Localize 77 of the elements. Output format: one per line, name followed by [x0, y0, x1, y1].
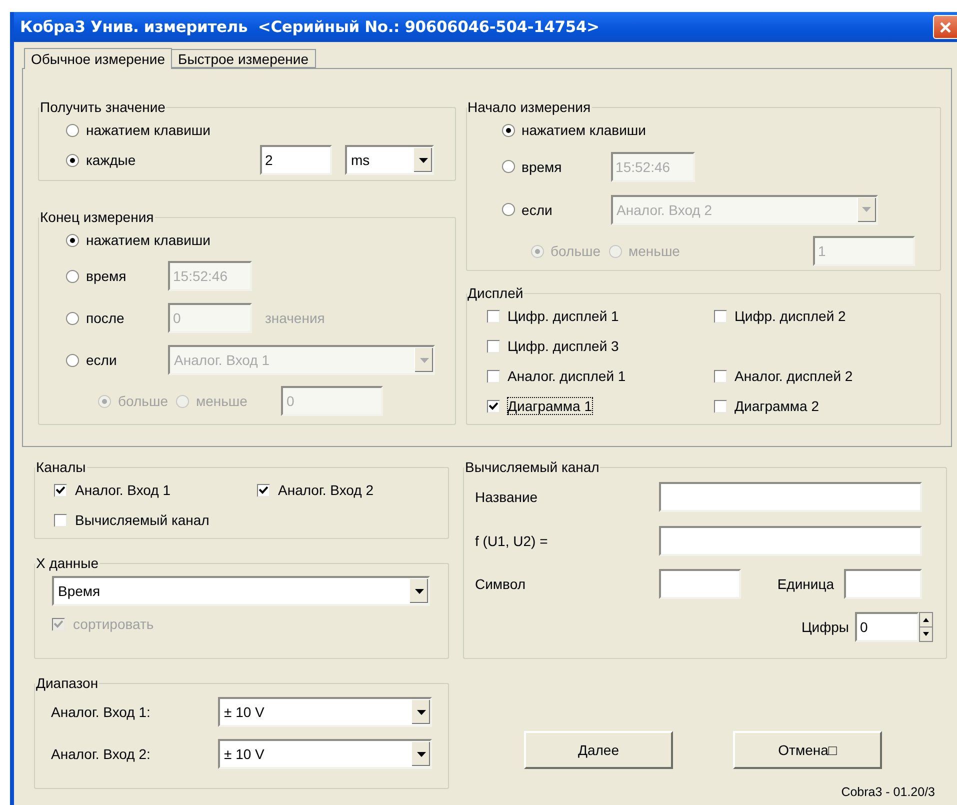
radio-label: нажатием клавиши: [522, 122, 646, 138]
group-title: Диапазон: [35, 675, 100, 691]
window-title: Кобра3 Унив. измеритель <Серийный No.: 90606046-504-14754>: [20, 18, 600, 36]
dropdown[interactable]: ms: [345, 145, 434, 175]
radio-label: после: [86, 310, 126, 326]
group-title: Начало измерения: [466, 99, 592, 115]
checkbox-label: Диаграмма 1: [508, 398, 592, 414]
field-label: Цифры: [801, 619, 849, 635]
checkbox[interactable]: [486, 400, 500, 412]
checkbox[interactable]: [714, 400, 727, 412]
group-title: Получить значение: [39, 99, 166, 115]
radio-label: время: [522, 158, 563, 174]
checkbox-label: Цифр. дисплей 2: [734, 308, 846, 324]
group-title: X данные: [35, 555, 100, 571]
radio-label: если: [86, 352, 118, 368]
checkbox-label: Цифр. дисплей 3: [508, 338, 619, 354]
input-field[interactable]: [659, 569, 741, 599]
checkbox[interactable]: [486, 310, 500, 322]
input-field[interactable]: 2: [260, 145, 332, 175]
field-label: f (U1, U2) =: [475, 533, 549, 549]
field-label: Аналог. Вход 1:: [51, 704, 152, 720]
group-title: Вычисляемый канал: [464, 459, 600, 475]
tab[interactable]: Обычное измерение: [24, 48, 172, 69]
group-title: Конец измерения: [39, 209, 155, 225]
radio-label: каждые: [86, 152, 137, 168]
checkbox[interactable]: [54, 484, 67, 496]
caret-icon[interactable]: [416, 752, 426, 756]
checkbox-label: Аналог. дисплей 1: [508, 368, 626, 384]
dropdown[interactable]: Время: [52, 576, 430, 606]
unit-label: значения: [265, 310, 325, 326]
radio-label: больше: [550, 243, 601, 259]
checkbox[interactable]: [257, 484, 270, 496]
checkbox-label: Аналог. Вход 1: [75, 482, 170, 498]
group-title: Каналы: [35, 459, 87, 475]
checkbox[interactable]: [714, 310, 727, 322]
radio-button[interactable]: [66, 234, 79, 246]
checkbox[interactable]: [714, 370, 727, 382]
caret-icon[interactable]: [414, 588, 424, 594]
checkbox-label: Цифр. дисплей 1: [508, 308, 619, 324]
radio-label: больше: [118, 393, 168, 409]
close-icon: [939, 20, 952, 34]
checkbox-label: Диаграмма 2: [734, 398, 820, 414]
checkbox[interactable]: [54, 514, 67, 526]
checkbox[interactable]: [486, 370, 500, 382]
field-label: Символ: [475, 576, 526, 592]
checkbox-label: Вычисляемый канал: [75, 512, 210, 528]
dialog-button[interactable]: Далее: [524, 731, 673, 769]
input-field[interactable]: 0: [855, 612, 919, 642]
dropdown[interactable]: ± 10 V: [218, 739, 432, 769]
dialog-button[interactable]: Отмена□: [733, 731, 882, 769]
caret-icon[interactable]: [418, 158, 428, 162]
checkbox[interactable]: [486, 340, 500, 352]
input-field[interactable]: [659, 482, 922, 512]
field-label: Аналог. Вход 2:: [51, 746, 152, 762]
group-title: Дисплей: [466, 285, 524, 301]
field-label: Название: [475, 489, 539, 505]
close-button[interactable]: [933, 15, 957, 39]
radio-button[interactable]: [66, 154, 79, 166]
input-field[interactable]: [844, 569, 922, 599]
dropdown[interactable]: ± 10 V: [218, 697, 432, 727]
radio-label: меньше: [628, 243, 680, 259]
tab[interactable]: Быстрое измерение: [172, 49, 316, 68]
checkbox-label: Аналог. дисплей 2: [734, 368, 853, 384]
version-label: Cobra3 - 01.20/3: [841, 785, 935, 799]
radio-label: время: [86, 268, 128, 284]
radio-label: нажатием клавиши: [86, 232, 210, 248]
field-label: Единица: [776, 576, 835, 592]
radio-label: если: [522, 202, 554, 218]
caret-icon[interactable]: [416, 710, 426, 714]
radio-label: нажатием клавиши: [86, 122, 210, 138]
checkbox-label: сортировать: [73, 616, 154, 632]
radio-button[interactable]: [502, 124, 515, 136]
radio-button[interactable]: [66, 124, 79, 136]
checkbox-label: Аналог. Вход 2: [278, 482, 374, 498]
radio-label: меньше: [196, 393, 248, 409]
spin-arrows[interactable]: [919, 612, 933, 642]
input-field[interactable]: [659, 526, 922, 556]
